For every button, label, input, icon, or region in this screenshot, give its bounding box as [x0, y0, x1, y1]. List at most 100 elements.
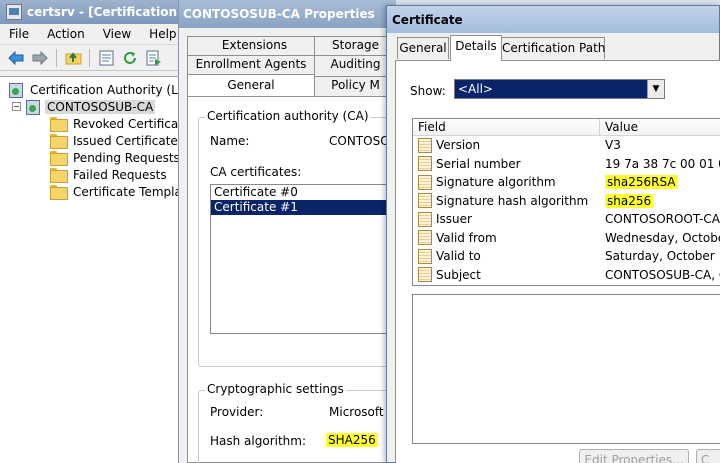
forward-button[interactable]	[30, 48, 50, 68]
certificate-window: Certificate General Details Certificatio…	[386, 5, 720, 463]
field-value: CONTOSOROOT-CA	[605, 212, 720, 227]
back-arrow-icon	[8, 50, 24, 65]
field-value: sha256	[605, 193, 654, 208]
tree-item-templates[interactable]: Certificate Template	[0, 183, 194, 200]
show-label: Show:	[410, 84, 446, 98]
column-header-field[interactable]: Field	[413, 119, 600, 135]
list-item[interactable]: Certificate #0	[211, 185, 399, 200]
properties-button[interactable]	[96, 48, 116, 68]
certificate-field-icon	[418, 156, 432, 172]
tab-cert-general[interactable]: General	[397, 37, 449, 59]
certificate-field-icon	[418, 267, 432, 283]
tree-item-failed[interactable]: Failed Requests	[0, 166, 184, 183]
table-row[interactable]: Serial number 19 7a 38 7c 00 01 00	[413, 155, 720, 174]
ca-properties-window: CONTOSOSUB-CA Properties Extensions Stor…	[178, 0, 408, 463]
field-value: 19 7a 38 7c 00 01 00	[605, 156, 720, 171]
tree-item-issued[interactable]: Issued Certificates	[0, 132, 184, 149]
dropdown-arrow-icon[interactable]: ▼	[647, 80, 664, 98]
tab-enrollment-agents[interactable]: Enrollment Agents	[187, 55, 315, 74]
certsrv-titlebar: certsrv - [Certification A	[0, 0, 184, 24]
up-level-button[interactable]	[63, 48, 83, 68]
menu-action[interactable]: Action	[38, 27, 94, 41]
field-name: Signature algorithm	[436, 175, 556, 190]
certsrv-window: certsrv - [Certification A File Action V…	[0, 0, 199, 463]
certificate-fields-list[interactable]: Field Value Version V3 Serial number 19 …	[412, 118, 720, 286]
provider-label: Provider:	[210, 405, 264, 419]
certificate-title: Certificate	[392, 12, 463, 27]
tree-item-revoked[interactable]: Revoked Certificate	[0, 115, 190, 132]
ca-certificates-label: CA certificates:	[210, 165, 302, 179]
ca-properties-title: CONTOSOSUB-CA Properties	[183, 7, 375, 21]
tab-cert-details[interactable]: Details	[450, 35, 502, 61]
certification-authority-icon	[8, 82, 24, 98]
show-dropdown-value: <All>	[458, 82, 493, 96]
column-header-value[interactable]: Value	[600, 119, 720, 135]
edit-properties-button[interactable]: Edit Properties...	[579, 449, 689, 463]
forward-arrow-icon	[32, 50, 48, 65]
name-value: CONTOSO	[329, 134, 390, 148]
tree-item-label: Certification Authority (Loca	[30, 82, 199, 97]
folder-icon	[50, 151, 68, 166]
folder-icon	[50, 117, 68, 132]
toolbar-separator	[56, 48, 57, 67]
menu-bar: File Action View Help	[0, 24, 184, 45]
general-tab-page: Certification authority (CA) Name: CONTO…	[187, 96, 408, 463]
certificate-field-icon	[418, 137, 432, 153]
folder-icon	[50, 168, 68, 183]
tab-storage[interactable]: Storage	[314, 36, 397, 55]
tree-item-label: Revoked Certificate	[73, 116, 191, 131]
tree-item-label: CONTOSOSUB-CA	[45, 99, 156, 114]
folder-up-icon	[65, 52, 81, 65]
back-button[interactable]	[6, 48, 26, 68]
copy-to-file-button[interactable]: C	[696, 449, 720, 463]
field-value: CONTOSOSUB-CA, Co	[605, 267, 720, 282]
certificate-field-icon	[418, 174, 432, 190]
toolbar-separator	[89, 48, 90, 67]
ca-server-icon	[25, 99, 41, 115]
hash-algorithm-label: Hash algorithm:	[210, 434, 307, 448]
table-row[interactable]: Signature hash algorithm sha256	[413, 192, 720, 211]
table-row[interactable]: Valid from Wednesday, October	[413, 229, 720, 248]
tab-policy-module[interactable]: Policy M	[314, 76, 397, 95]
tree-item-pending[interactable]: Pending Requests	[0, 149, 184, 166]
field-name: Version	[436, 138, 481, 153]
list-item[interactable]: Certificate #1	[211, 200, 399, 215]
tree-item-ca[interactable]: − CONTOSOSUB-CA	[0, 98, 184, 115]
properties-icon	[99, 50, 113, 65]
field-name: Signature hash algorithm	[436, 193, 589, 208]
menu-file[interactable]: File	[0, 27, 38, 41]
certificate-field-icon	[418, 211, 432, 227]
tree-item-root[interactable]: Certification Authority (Loca	[0, 81, 199, 98]
field-value: sha256RSA	[605, 175, 678, 190]
refresh-icon	[124, 51, 136, 64]
crypto-group-title: Cryptographic settings	[205, 382, 346, 396]
table-row[interactable]: Subject CONTOSOSUB-CA, Co	[413, 266, 720, 285]
tab-general[interactable]: General	[187, 74, 315, 96]
table-row[interactable]: Signature algorithm sha256RSA	[413, 173, 720, 192]
hash-algorithm-value: SHA256	[326, 433, 378, 447]
crypto-groupbox: Cryptographic settings	[198, 382, 408, 463]
list-header: Field Value	[413, 119, 720, 136]
tab-extensions[interactable]: Extensions	[187, 36, 322, 55]
menu-view[interactable]: View	[94, 27, 140, 41]
table-row[interactable]: Valid to Saturday, October 14	[413, 247, 720, 266]
tab-cert-path[interactable]: Certification Path	[501, 37, 605, 59]
name-label: Name:	[210, 134, 250, 148]
toolbar	[0, 45, 184, 71]
certificate-field-icon	[418, 193, 432, 209]
tree-item-label: Failed Requests	[73, 167, 167, 182]
field-detail-box[interactable]	[412, 294, 720, 444]
console-tree: Certification Authority (Loca − CONTOSOS…	[0, 76, 199, 463]
refresh-button[interactable]	[120, 48, 140, 68]
field-name: Serial number	[436, 156, 521, 171]
tree-item-label: Pending Requests	[73, 150, 180, 165]
table-row[interactable]: Version V3	[413, 136, 720, 155]
tab-auditing[interactable]: Auditing	[314, 55, 397, 74]
field-value: V3	[605, 138, 621, 153]
ca-certificates-list[interactable]: Certificate #0 Certificate #1	[210, 184, 400, 334]
export-list-button[interactable]	[144, 48, 164, 68]
certsrv-app-icon	[6, 4, 22, 20]
table-row[interactable]: Issuer CONTOSOROOT-CA	[413, 210, 720, 229]
collapse-icon[interactable]: −	[12, 102, 21, 111]
show-dropdown[interactable]: <All> ▼	[454, 79, 665, 99]
